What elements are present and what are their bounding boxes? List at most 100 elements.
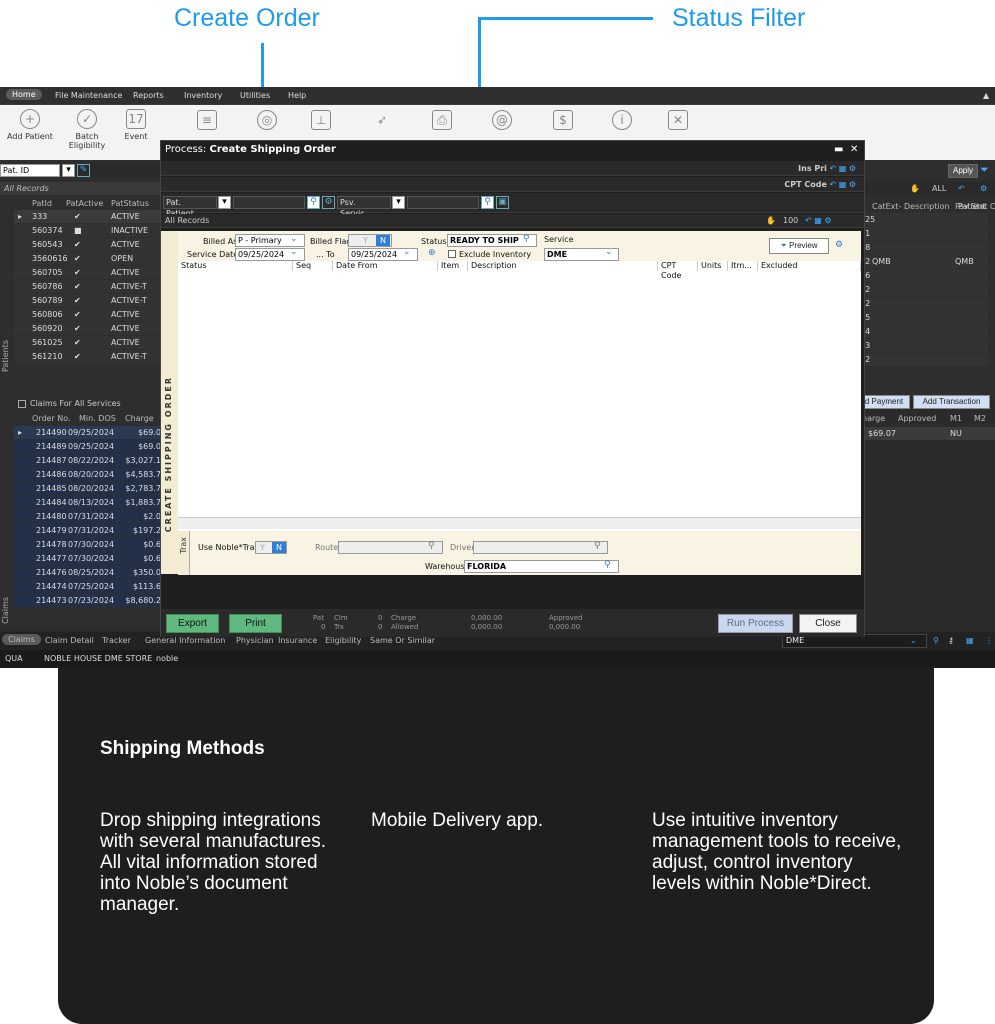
patient-filter-field[interactable]: Pat. ID	[0, 164, 60, 177]
grid-column-header[interactable]: Item	[438, 261, 468, 271]
right-claim-row[interactable]: $69.07 NU	[858, 427, 995, 440]
menu-home[interactable]: Home	[6, 89, 42, 100]
table-row[interactable]: 561210 ✔ ACTIVE-T	[14, 350, 160, 363]
stamp-icon[interactable]: ⊥	[311, 110, 331, 130]
trax-n[interactable]: N	[272, 542, 286, 553]
tab-claim-detail[interactable]: Claim Detail	[45, 636, 94, 645]
table-row[interactable]: 560705 ✔ ACTIVE	[14, 266, 160, 279]
trax-y[interactable]: Y	[260, 542, 265, 553]
table-row[interactable]: 214476 08/25/2024 $350.0	[14, 566, 161, 579]
table-row[interactable]: 560806 ✔ ACTIVE	[14, 308, 160, 321]
pat-patient-value[interactable]	[233, 196, 305, 209]
key-icon[interactable]: ⚷	[948, 636, 954, 645]
table-row[interactable]: 560786 ✔ ACTIVE-T	[14, 280, 160, 293]
undo-icon[interactable]: ↶	[958, 182, 965, 195]
exit-icon[interactable]: ✕	[668, 110, 688, 130]
col-patid[interactable]: PatId	[32, 197, 52, 210]
tab-general-information[interactable]: General Information	[145, 636, 225, 645]
print-icon[interactable]: ⎙	[432, 110, 452, 130]
hand-icon[interactable]: ✋	[910, 182, 920, 195]
table-row[interactable]: 214477 07/30/2024 $0.6	[14, 552, 161, 565]
psv-search-icon[interactable]: ⚲	[481, 196, 494, 209]
filter-icon[interactable]: ⏷	[980, 163, 989, 177]
records-tools-icon[interactable]: ↶ ▦ ⚙	[805, 214, 832, 228]
billed-as-chevron-icon[interactable]: ⌄	[290, 234, 298, 244]
col-r-m2[interactable]: M2	[974, 412, 986, 425]
table-row[interactable]: 560789 ✔ ACTIVE-T	[14, 294, 160, 307]
col-patstatus[interactable]: PatStatus	[111, 197, 149, 210]
grid-column-header[interactable]: Seq	[293, 261, 333, 271]
tab-tracker[interactable]: Tracker	[102, 636, 131, 645]
tab-eligibility[interactable]: Eligibility	[325, 636, 361, 645]
claims-checkbox[interactable]	[18, 399, 26, 408]
grid-column-header[interactable]: Date From	[333, 261, 438, 271]
menu-utilities[interactable]: Utilities	[240, 91, 270, 100]
menu-reports[interactable]: Reports	[133, 91, 164, 100]
preview-settings-icon[interactable]: ⚙	[835, 240, 843, 250]
maximize-icon[interactable]: ▬	[834, 141, 843, 159]
batch-eligibility-button[interactable]: ✓ Batch Eligibility	[57, 109, 117, 150]
exclude-inventory-checkbox[interactable]	[448, 250, 456, 258]
table-row[interactable]: 561025 ✔ ACTIVE	[14, 336, 160, 349]
psv-service-field[interactable]: Psv. Servic...	[337, 196, 391, 218]
billed-flag-n[interactable]: N	[376, 235, 390, 246]
dropdown-icon[interactable]: ▾	[62, 164, 75, 177]
table-row[interactable]: 23	[858, 339, 988, 352]
collapse-icon[interactable]: ▲	[983, 91, 989, 100]
psv-service-value[interactable]	[407, 196, 479, 209]
grid-column-header[interactable]: Status	[178, 261, 293, 271]
billed-flag-toggle[interactable]: Y N	[348, 234, 392, 247]
table-row[interactable]: 214485 08/20/2024 $2,783.7	[14, 482, 161, 495]
col-catext-description[interactable]: CatExt- Description	[872, 200, 950, 213]
trax-tab[interactable]: Trax	[178, 531, 190, 575]
user-icon[interactable]: ⚲	[933, 636, 939, 645]
table-row[interactable]: 3560616 ✔ OPEN	[14, 252, 160, 265]
more-icon[interactable]: ⋮	[985, 636, 993, 645]
tab-insurance[interactable]: Insurance	[278, 636, 317, 645]
support-icon[interactable]: ◎	[257, 110, 277, 130]
table-row[interactable]: ▸ 214490 09/25/2024 $69.0	[14, 426, 161, 439]
table-row[interactable]: 24	[858, 325, 988, 338]
col-min-dos[interactable]: Min. DOS	[79, 412, 116, 425]
grid-scrollbar[interactable]	[178, 517, 861, 529]
close-icon[interactable]: ✕	[850, 141, 858, 159]
table-row[interactable]: 214480 07/31/2024 $2.0	[14, 510, 161, 523]
col-r-m1[interactable]: M1	[950, 412, 962, 425]
document-icon[interactable]: ≡	[197, 110, 217, 130]
table-row[interactable]: 560374 ■ INACTIVE	[14, 224, 160, 237]
chevron-down-icon[interactable]: ⌄	[910, 636, 917, 645]
add-patient-button[interactable]: + Add Patient	[0, 109, 60, 141]
claims-side-tab[interactable]: Claims	[1, 597, 10, 624]
tab-physician[interactable]: Physician	[236, 636, 274, 645]
service-chevron-icon[interactable]: ⌄	[605, 247, 613, 257]
grid-icon[interactable]: ▦	[966, 636, 974, 645]
grid-column-header[interactable]: Itm...	[728, 261, 758, 271]
send-icon[interactable]: ➶	[372, 110, 392, 130]
table-row[interactable]: 72	[858, 283, 988, 296]
billed-flag-y[interactable]: Y	[363, 235, 368, 246]
col-r-approved[interactable]: Approved	[898, 412, 936, 425]
menu-help[interactable]: Help	[288, 91, 306, 100]
table-row[interactable]: 28	[858, 241, 988, 254]
ins-undo-icon[interactable]: ↶ ▦ ⚙	[829, 164, 856, 173]
status-search-icon[interactable]: ⚲	[523, 234, 530, 244]
to-date-chevron-icon[interactable]: ⌄	[403, 247, 411, 257]
table-row[interactable]: 76	[858, 269, 988, 282]
table-row[interactable]: 214479 07/31/2024 $197.2	[14, 524, 161, 537]
close-button[interactable]: Close	[799, 614, 857, 633]
col-charge[interactable]: Charge	[125, 412, 154, 425]
table-row[interactable]: 214489 09/25/2024 $69.0	[14, 440, 161, 453]
event-button[interactable]: 17 Event	[112, 109, 160, 141]
print-button[interactable]: Print	[229, 614, 282, 633]
col-patactive[interactable]: PatActive	[66, 197, 103, 210]
money-bag-icon[interactable]: $	[553, 110, 573, 130]
grid-column-header[interactable]: Excluded	[758, 261, 861, 271]
table-row[interactable]: 214474 07/25/2024 $113.6	[14, 580, 161, 593]
pat-search-icon[interactable]: ⚲	[307, 196, 320, 209]
col-psv-stat[interactable]: Psv Stat C	[955, 200, 995, 213]
grid-column-header[interactable]: CPT Code	[658, 261, 698, 280]
service-date-chevron-icon[interactable]: ⌄	[290, 247, 298, 257]
col-r-charge[interactable]: harge	[862, 412, 885, 425]
col-order-no[interactable]: Order No.	[32, 412, 71, 425]
table-row[interactable]: 214487 08/22/2024 $3,027.1	[14, 454, 161, 467]
